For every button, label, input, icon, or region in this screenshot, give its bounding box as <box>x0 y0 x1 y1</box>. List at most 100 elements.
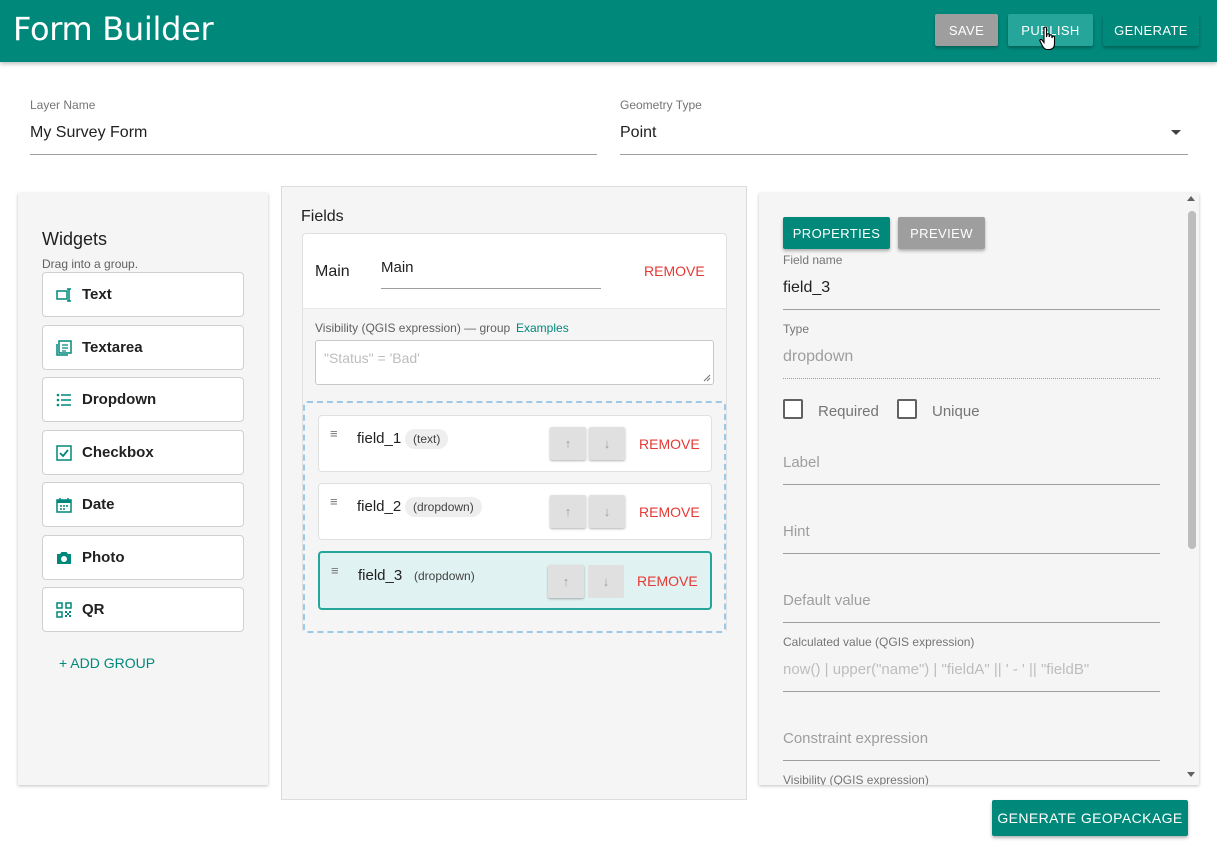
remove-field-button[interactable]: REMOVE <box>639 504 700 520</box>
type-label: Type <box>783 322 810 336</box>
calendar-icon <box>55 496 73 514</box>
resize-handle-icon[interactable] <box>703 374 711 382</box>
default-value-input[interactable]: Default value <box>783 592 871 609</box>
field-name: field_3 <box>358 567 403 584</box>
field-type-chip: (text) <box>405 429 449 449</box>
widget-text[interactable]: Text <box>42 272 244 317</box>
properties-scrollbar[interactable] <box>1186 196 1198 784</box>
remove-group-button[interactable]: REMOVE <box>644 263 705 279</box>
required-label: Required <box>818 403 879 420</box>
move-up-button[interactable]: ↑ <box>548 565 584 598</box>
fields-panel: Fields Main Main REMOVE Visibility (QGIS… <box>281 186 747 800</box>
widget-qr[interactable]: QR <box>42 587 244 632</box>
widget-label: Checkbox <box>82 444 154 461</box>
group-name-input[interactable]: Main <box>381 259 414 276</box>
required-checkbox[interactable] <box>783 399 803 419</box>
remove-field-button[interactable]: REMOVE <box>639 436 700 452</box>
geometry-type-select[interactable]: Point <box>620 124 656 142</box>
move-up-button[interactable]: ↑ <box>550 427 586 460</box>
label-underline <box>783 484 1160 485</box>
geometry-type-underline <box>620 154 1188 155</box>
checkbox-icon <box>55 444 73 462</box>
scroll-up-icon[interactable] <box>1187 196 1195 201</box>
group-name-underline <box>381 288 601 289</box>
widgets-subtitle: Drag into a group. <box>42 257 139 271</box>
widget-label: Textarea <box>82 339 143 356</box>
type-value: dropdown <box>783 348 854 365</box>
layer-name-underline <box>30 154 597 155</box>
chevron-down-icon[interactable] <box>1171 130 1181 135</box>
geometry-type-label: Geometry Type <box>620 98 702 112</box>
move-up-button[interactable]: ↑ <box>550 495 586 528</box>
field-type-chip: (dropdown) <box>414 569 475 583</box>
examples-link[interactable]: Examples <box>516 321 569 335</box>
tab-preview[interactable]: PREVIEW <box>898 217 985 249</box>
text-field-icon <box>55 286 73 304</box>
calculated-value-label: Calculated value (QGIS expression) <box>783 635 975 649</box>
widgets-title: Widgets <box>42 229 108 249</box>
constraint-expression-input[interactable]: Constraint expression <box>783 730 928 747</box>
group-visibility-placeholder: "Status" = 'Bad' <box>324 350 420 366</box>
move-down-button[interactable]: ↓ <box>589 495 625 528</box>
scrollbar-thumb[interactable] <box>1188 211 1196 549</box>
unique-checkbox[interactable] <box>897 399 917 419</box>
widget-label: Text <box>82 286 112 303</box>
generate-geopackage-button[interactable]: GENERATE GEOPACKAGE <box>992 800 1188 836</box>
fields-title: Fields <box>301 208 344 225</box>
group-card: Main Main REMOVE Visibility (QGIS expres… <box>302 233 727 633</box>
drag-handle-icon[interactable]: ≡ <box>330 494 338 509</box>
group-visibility-input[interactable]: "Status" = 'Bad' <box>315 340 714 385</box>
widget-label: Photo <box>82 549 125 566</box>
layer-name-label: Layer Name <box>30 98 96 112</box>
default-value-underline <box>783 622 1160 623</box>
properties-panel: PROPERTIES PREVIEW Field name field_3 Ty… <box>759 193 1199 785</box>
field-card-field-3[interactable]: ≡ field_3 (dropdown) ↑ ↓ REMOVE <box>318 551 712 610</box>
widget-dropdown[interactable]: Dropdown <box>42 377 244 422</box>
hint-input[interactable]: Hint <box>783 523 810 540</box>
widget-label: Dropdown <box>82 391 157 408</box>
label-input[interactable]: Label <box>783 454 820 471</box>
app-bar: Form Builder SAVE PUBLISH GENERATE <box>0 0 1217 62</box>
field-name-input[interactable]: field_3 <box>783 279 830 297</box>
drag-handle-icon[interactable]: ≡ <box>330 426 338 441</box>
generate-button[interactable]: GENERATE <box>1103 14 1199 46</box>
visibility-label: Visibility (QGIS expression) <box>783 773 929 785</box>
type-underline <box>783 378 1160 379</box>
layer-name-input[interactable]: My Survey Form <box>30 124 147 142</box>
field-dropzone[interactable]: ≡ field_1 (text) ↑ ↓ REMOVE ≡ field_2 (d… <box>303 401 726 633</box>
calculated-value-input[interactable]: now() | upper("name") | "fieldA" || ' - … <box>783 661 1089 678</box>
widget-textarea[interactable]: Textarea <box>42 325 244 370</box>
app-title: Form Builder <box>13 10 214 48</box>
widget-checkbox[interactable]: Checkbox <box>42 430 244 475</box>
drag-handle-icon[interactable]: ≡ <box>331 563 339 578</box>
group-name-label: Main <box>315 263 350 280</box>
tab-properties[interactable]: PROPERTIES <box>783 217 890 249</box>
field-card-field-2[interactable]: ≡ field_2 (dropdown) ↑ ↓ REMOVE <box>318 483 712 540</box>
widgets-panel: Widgets Drag into a group. Text Textarea… <box>18 193 268 785</box>
unique-label: Unique <box>932 403 980 420</box>
widget-label: Date <box>82 496 115 513</box>
hint-underline <box>783 553 1160 554</box>
save-button[interactable]: SAVE <box>935 14 998 46</box>
widget-date[interactable]: Date <box>42 482 244 527</box>
add-group-button[interactable]: + ADD GROUP <box>59 655 155 671</box>
widget-label: QR <box>82 601 105 618</box>
move-down-button[interactable]: ↓ <box>589 427 625 460</box>
constraint-expression-underline <box>783 760 1160 761</box>
list-icon <box>55 391 73 409</box>
camera-icon <box>55 549 73 567</box>
textarea-icon <box>55 339 73 357</box>
widget-photo[interactable]: Photo <box>42 535 244 580</box>
field-name-underline <box>783 309 1160 310</box>
calculated-value-underline <box>783 691 1160 692</box>
group-visibility-label: Visibility (QGIS expression) — group <box>315 321 511 335</box>
move-down-button[interactable]: ↓ <box>588 565 624 598</box>
field-card-field-1[interactable]: ≡ field_1 (text) ↑ ↓ REMOVE <box>318 415 712 472</box>
field-name: field_2 <box>357 498 402 515</box>
hand-cursor-icon <box>1039 26 1056 51</box>
remove-field-button[interactable]: REMOVE <box>637 573 698 589</box>
field-type-chip: (dropdown) <box>405 497 482 517</box>
scroll-down-icon[interactable] <box>1187 772 1195 777</box>
group-visibility-section: Visibility (QGIS expression) — group Exa… <box>303 308 726 633</box>
field-name: field_1 <box>357 430 402 447</box>
